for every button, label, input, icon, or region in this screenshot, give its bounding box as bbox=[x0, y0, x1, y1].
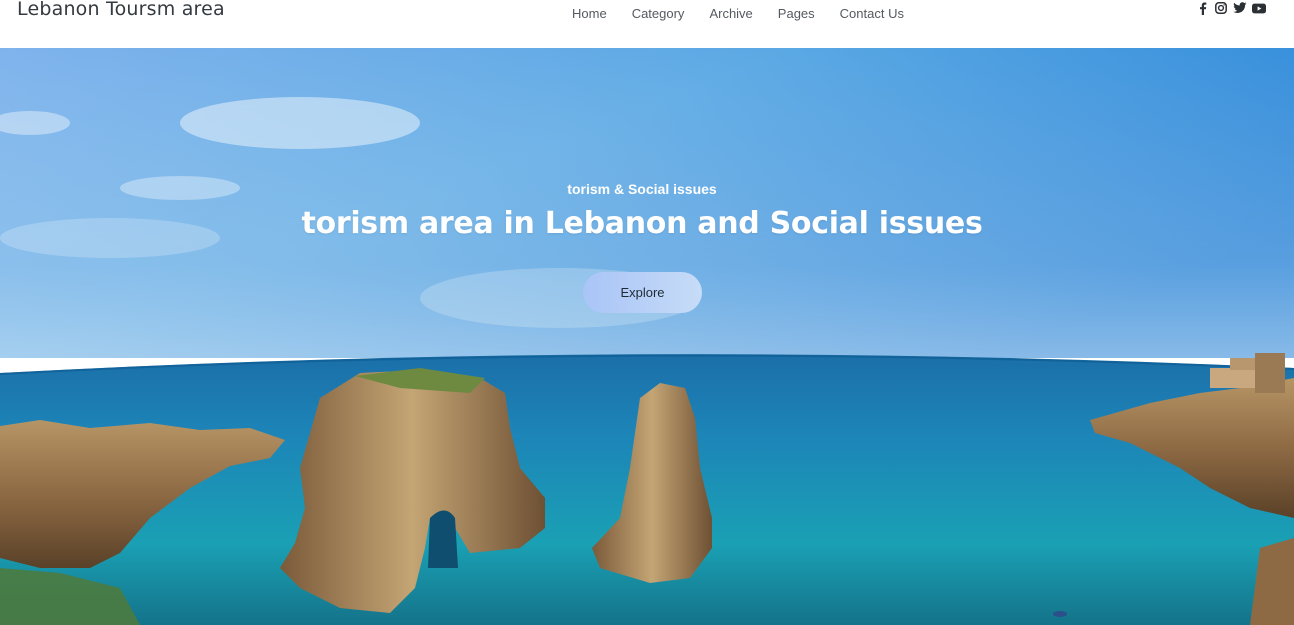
top-navbar: Lebanon Toursm area Home Category Archiv… bbox=[0, 0, 1294, 48]
nav-archive[interactable]: Archive bbox=[709, 6, 752, 22]
twitter-icon[interactable] bbox=[1233, 1, 1247, 15]
main-nav: Home Category Archive Pages Contact Us bbox=[572, 6, 929, 22]
hero-background-image bbox=[0, 48, 1294, 625]
explore-button[interactable]: Explore bbox=[583, 272, 702, 313]
hero-subtitle: torism & Social issues bbox=[567, 181, 717, 197]
facebook-icon[interactable] bbox=[1195, 1, 1209, 15]
instagram-icon[interactable] bbox=[1214, 1, 1228, 15]
youtube-icon[interactable] bbox=[1252, 1, 1266, 15]
nav-category[interactable]: Category bbox=[632, 6, 685, 22]
site-brand[interactable]: Lebanon Toursm area bbox=[17, 0, 225, 20]
hero-title: torism area in Lebanon and Social issues bbox=[301, 206, 983, 241]
social-links bbox=[1195, 1, 1266, 15]
hero-section: torism & Social issues torism area in Le… bbox=[0, 48, 1294, 625]
nav-contact-us[interactable]: Contact Us bbox=[840, 6, 904, 22]
nav-pages[interactable]: Pages bbox=[778, 6, 815, 22]
nav-home[interactable]: Home bbox=[572, 6, 607, 22]
